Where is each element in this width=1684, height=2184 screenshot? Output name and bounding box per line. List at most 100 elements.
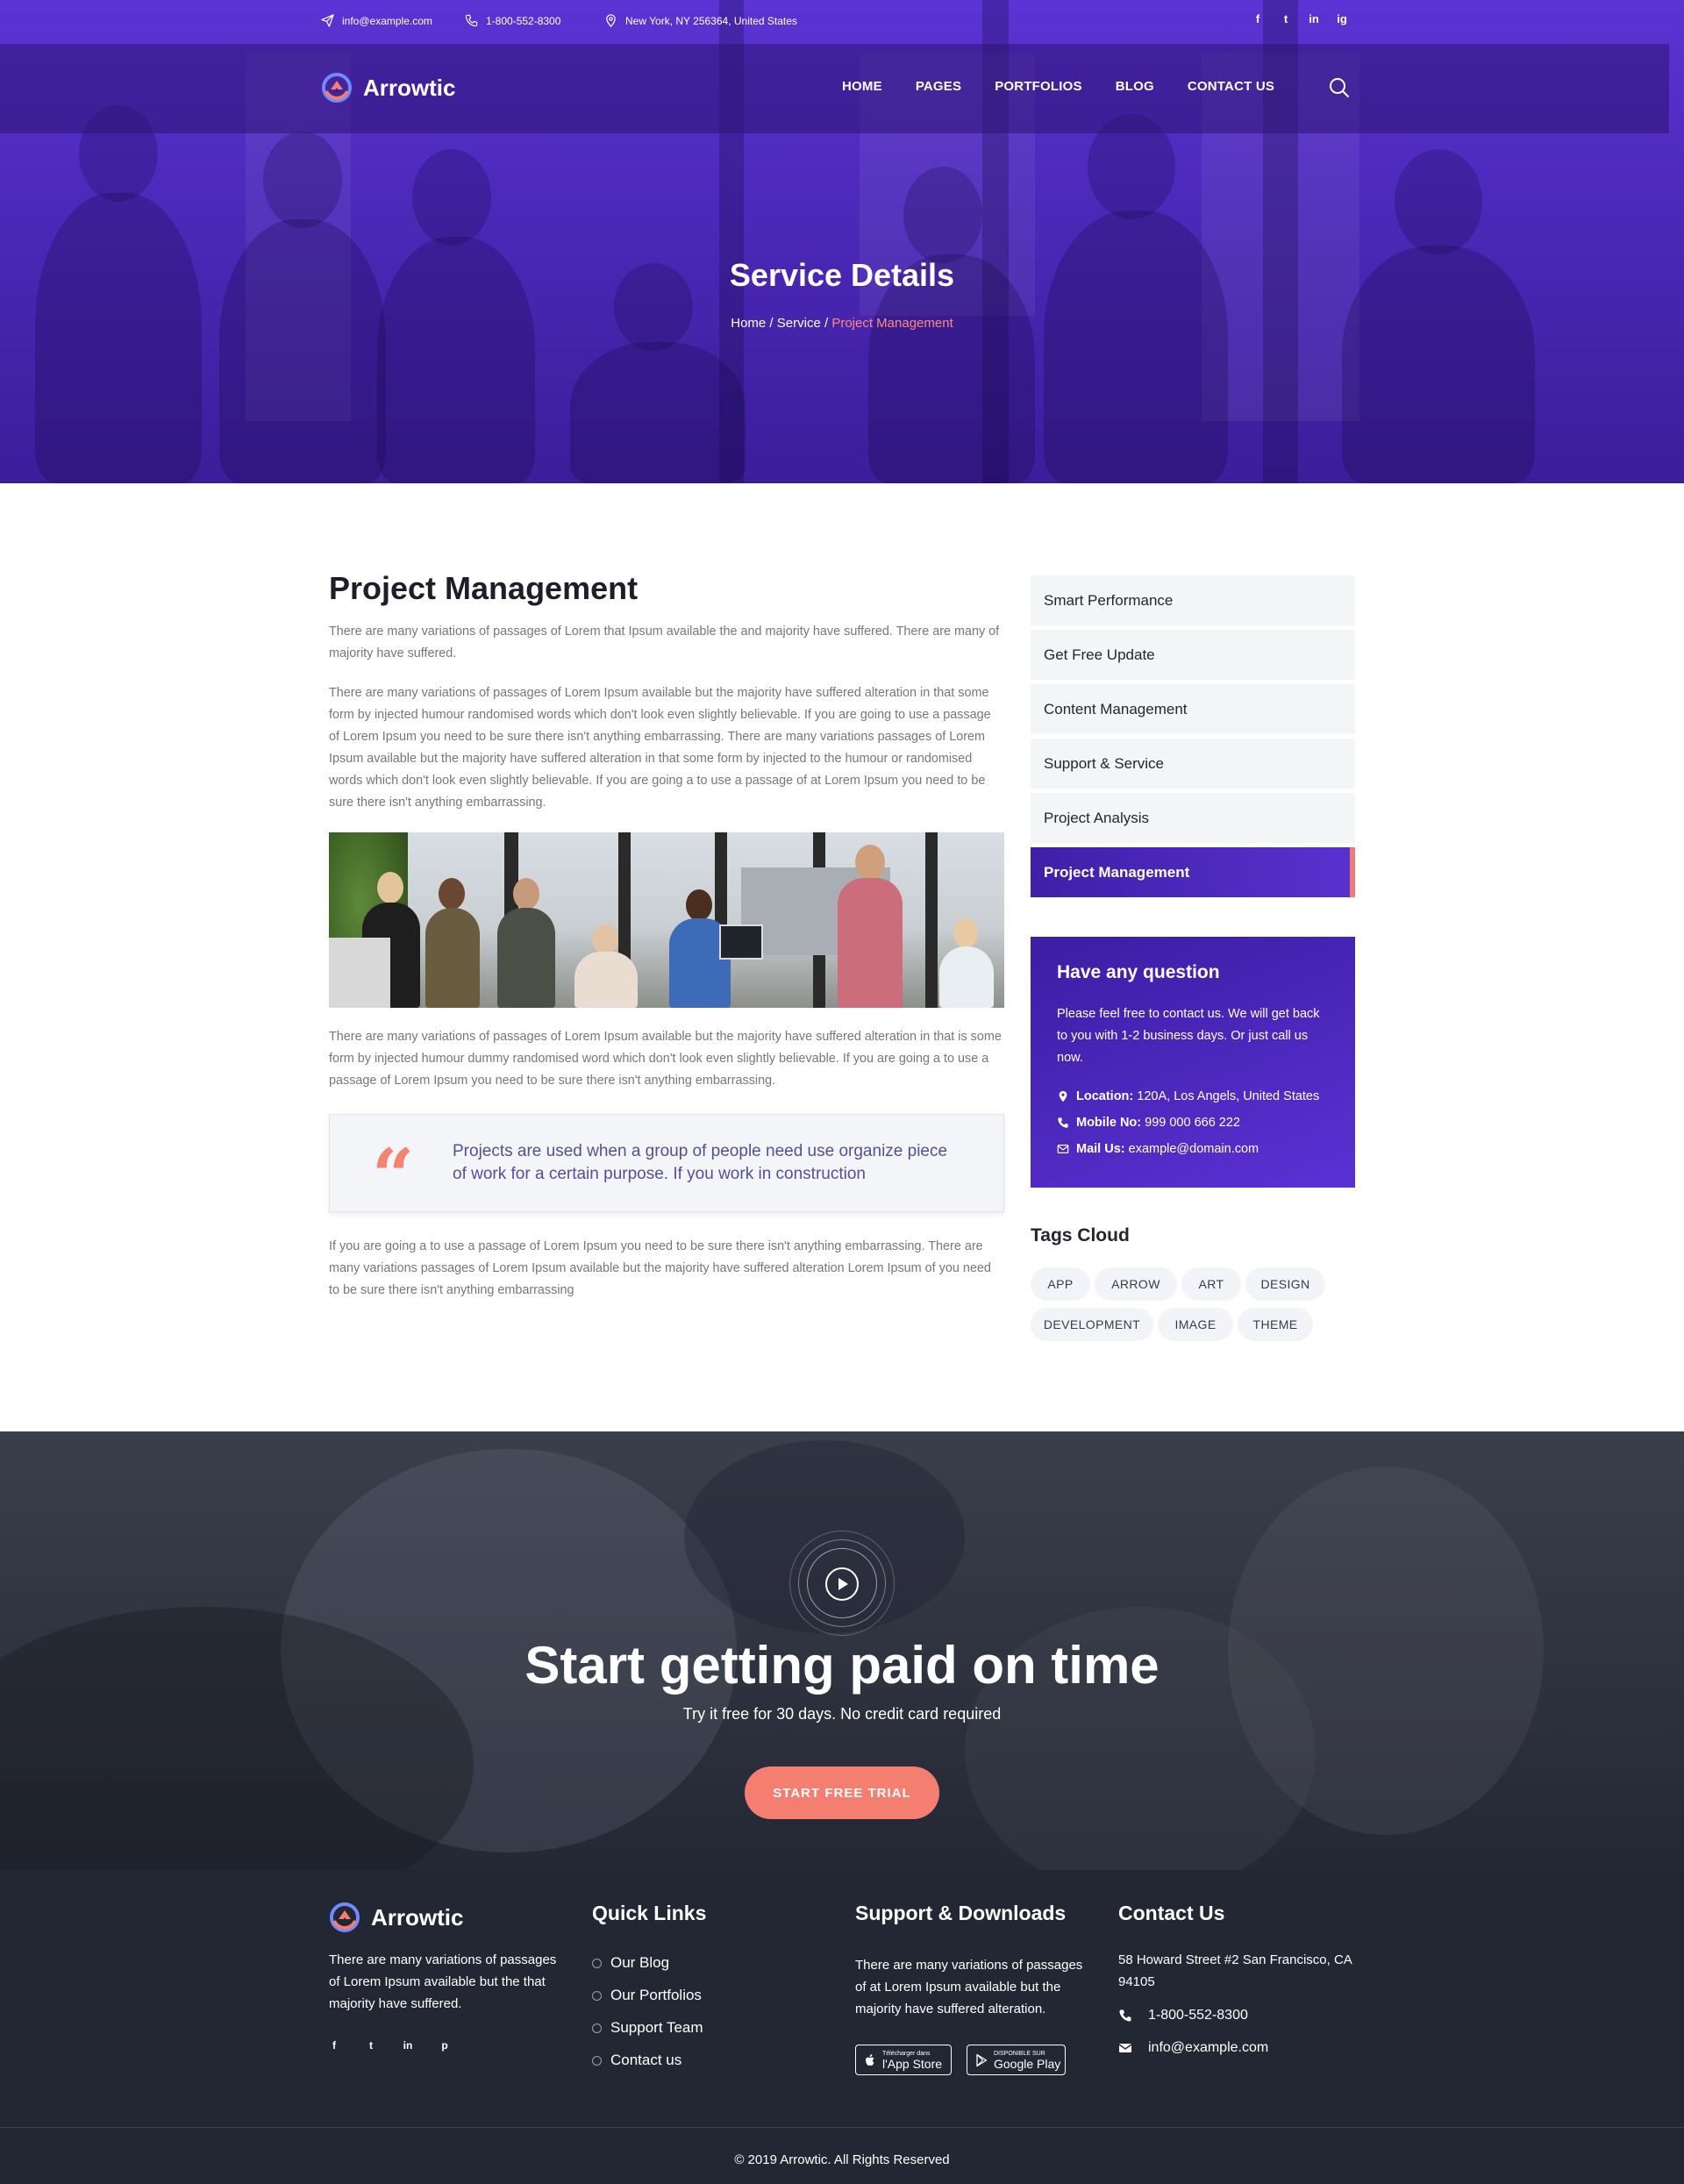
support-downloads-text: There are many variations of passages of… bbox=[855, 1958, 1083, 2016]
quick-link-label: Support Team bbox=[610, 2019, 703, 2036]
nav-item-pages[interactable]: PAGES bbox=[916, 79, 961, 94]
service-item-get-free-update[interactable]: Get Free Update bbox=[1031, 630, 1355, 680]
service-item-label: Support & Service bbox=[1044, 754, 1165, 772]
nav-item-portfolios[interactable]: PORTFOLIOS bbox=[995, 79, 1082, 94]
search-icon[interactable] bbox=[1328, 76, 1351, 99]
pinterest-icon[interactable]: p bbox=[439, 2039, 450, 2052]
circle-bullet-icon bbox=[592, 2023, 602, 2033]
circle-bullet-icon bbox=[592, 1958, 602, 1968]
tag-development[interactable]: DEVELOPMENT bbox=[1031, 1308, 1153, 1341]
google-play-button[interactable]: DISPONIBLE SUR Google Play bbox=[967, 2045, 1066, 2075]
contact-location-label: Location: bbox=[1076, 1089, 1134, 1103]
facebook-icon[interactable]: f bbox=[329, 2039, 339, 2052]
location-pin-icon bbox=[1059, 1090, 1067, 1103]
footer-phone[interactable]: 1-800-552-8300 bbox=[1118, 2008, 1248, 2023]
quick-link-contact-us[interactable]: Contact us bbox=[592, 2052, 681, 2069]
circle-bullet-icon bbox=[592, 1990, 602, 2001]
logo-mark-icon bbox=[330, 1902, 360, 1932]
quick-link-our-blog[interactable]: Our Blog bbox=[592, 1954, 669, 1972]
service-item-smart-performance[interactable]: Smart Performance bbox=[1031, 575, 1355, 625]
blockquote: “ Projects are used when a group of peop… bbox=[329, 1114, 1004, 1213]
location-pin-icon bbox=[606, 14, 616, 27]
tag-art[interactable]: ART bbox=[1181, 1267, 1241, 1301]
article-paragraph: There are many variations of passages of… bbox=[329, 686, 991, 810]
cta-section: Start getting paid on time Try it free f… bbox=[0, 1431, 1684, 1870]
topbar-address: New York, NY 256364, United States bbox=[604, 14, 797, 27]
service-item-support-service[interactable]: Support & Service bbox=[1031, 739, 1355, 789]
contact-mobile: Mobile No: 999 000 666 222 bbox=[1057, 1116, 1240, 1130]
start-free-trial-button[interactable]: START FREE TRIAL bbox=[745, 1766, 939, 1819]
topbar-address-text: New York, NY 256364, United States bbox=[625, 14, 797, 27]
footer-email-text: info@example.com bbox=[1148, 2040, 1269, 2055]
topbar-phone-text: 1-800-552-8300 bbox=[486, 14, 561, 27]
tag-theme[interactable]: THEME bbox=[1238, 1308, 1313, 1341]
quick-link-our-portfolios[interactable]: Our Portfolios bbox=[592, 1987, 702, 2004]
service-item-content-management[interactable]: Content Management bbox=[1031, 684, 1355, 734]
hero-bg-person bbox=[1044, 211, 1228, 483]
support-downloads-title: Support & Downloads bbox=[855, 1902, 1067, 1924]
app-store-big-text: l'App Store bbox=[882, 2056, 943, 2071]
footer-brand-logo[interactable]: Arrowtic bbox=[329, 1902, 463, 1933]
topbar-phone[interactable]: 1-800-552-8300 bbox=[465, 14, 560, 27]
nav-menu: HOME PAGES PORTFOLIOS BLOG CONTACT US bbox=[842, 79, 1274, 94]
nav-item-contact[interactable]: CONTACT US bbox=[1188, 79, 1274, 94]
phone-icon bbox=[1119, 2009, 1131, 2022]
twitter-icon[interactable]: t bbox=[1280, 12, 1292, 25]
tag-arrow[interactable]: ARROW bbox=[1095, 1267, 1177, 1301]
footer-social-links: f t in p bbox=[329, 2039, 450, 2052]
contact-mobile-label: Mobile No: bbox=[1076, 1116, 1142, 1130]
contact-mail: Mail Us: example@domain.com bbox=[1057, 1142, 1259, 1156]
footer-email[interactable]: info@example.com bbox=[1118, 2040, 1268, 2056]
quote-text: Projects are used when a group of people… bbox=[453, 1142, 948, 1183]
cta-title: Start getting paid on time bbox=[524, 1636, 1160, 1695]
contact-mobile-value[interactable]: 999 000 666 222 bbox=[1145, 1116, 1240, 1130]
quick-links-title: Quick Links bbox=[592, 1902, 707, 1924]
service-item-label: Project Management bbox=[1044, 863, 1190, 881]
twitter-icon[interactable]: t bbox=[366, 2039, 376, 2052]
contact-card: Have any question Please feel free to co… bbox=[1031, 937, 1355, 1188]
linkedin-icon[interactable]: in bbox=[1308, 12, 1320, 25]
hero-bg-person bbox=[412, 149, 491, 246]
topbar-email-text: info@example.com bbox=[342, 14, 432, 27]
service-item-project-management[interactable]: Project Management bbox=[1031, 847, 1355, 897]
contact-mail-value[interactable]: example@domain.com bbox=[1129, 1142, 1259, 1156]
breadcrumb: Home / Service / Project Management bbox=[0, 316, 1684, 331]
hero-bg-person bbox=[35, 193, 202, 483]
phone-icon bbox=[1058, 1117, 1068, 1128]
service-item-project-analysis[interactable]: Project Analysis bbox=[1031, 793, 1355, 843]
envelope-icon bbox=[1057, 1145, 1069, 1153]
tag-image[interactable]: IMAGE bbox=[1158, 1308, 1233, 1341]
breadcrumb-service[interactable]: Service bbox=[777, 316, 821, 331]
article-title: Project Management bbox=[329, 570, 639, 606]
contact-card-title: Have any question bbox=[1057, 962, 1220, 982]
tag-design[interactable]: DESIGN bbox=[1245, 1267, 1325, 1301]
service-item-label: Project Analysis bbox=[1044, 809, 1149, 826]
cta-subtitle: Try it free for 30 days. No credit card … bbox=[682, 1705, 1002, 1723]
logo-mark-icon bbox=[322, 73, 352, 103]
hero-bg-person bbox=[1395, 149, 1482, 254]
page-title: Service Details bbox=[729, 257, 955, 293]
quick-link-support-team[interactable]: Support Team bbox=[592, 2019, 703, 2037]
breadcrumb-home[interactable]: Home bbox=[731, 316, 766, 331]
brand-logo[interactable]: Arrowtic bbox=[321, 72, 455, 103]
service-item-label: Get Free Update bbox=[1044, 646, 1155, 663]
send-icon bbox=[321, 14, 334, 27]
tag-app[interactable]: APP bbox=[1031, 1267, 1090, 1301]
service-item-label: Smart Performance bbox=[1044, 591, 1174, 609]
linkedin-icon[interactable]: in bbox=[403, 2039, 413, 2052]
instagram-icon[interactable]: ig bbox=[1336, 12, 1348, 25]
topbar-email[interactable]: info@example.com bbox=[321, 14, 432, 27]
circle-bullet-icon bbox=[592, 2055, 602, 2066]
quick-link-label: Our Blog bbox=[610, 1954, 670, 1971]
page-header: info@example.com 1-800-552-8300 New York… bbox=[0, 0, 1684, 483]
play-video-button[interactable] bbox=[825, 1567, 859, 1601]
facebook-icon[interactable]: f bbox=[1252, 12, 1264, 25]
nav-item-home[interactable]: HOME bbox=[842, 79, 882, 94]
footer-phone-text: 1-800-552-8300 bbox=[1148, 2008, 1248, 2023]
quick-link-label: Our Portfolios bbox=[610, 1987, 702, 2003]
app-store-button[interactable]: Télécharger dans l'App Store bbox=[855, 2045, 952, 2075]
hero-bg-person bbox=[263, 132, 342, 228]
nav-item-blog[interactable]: BLOG bbox=[1116, 79, 1154, 94]
services-list: Smart Performance Get Free Update Conten… bbox=[1031, 575, 1355, 902]
site-footer: Arrowtic There are many variations of pa… bbox=[0, 1870, 1684, 2184]
